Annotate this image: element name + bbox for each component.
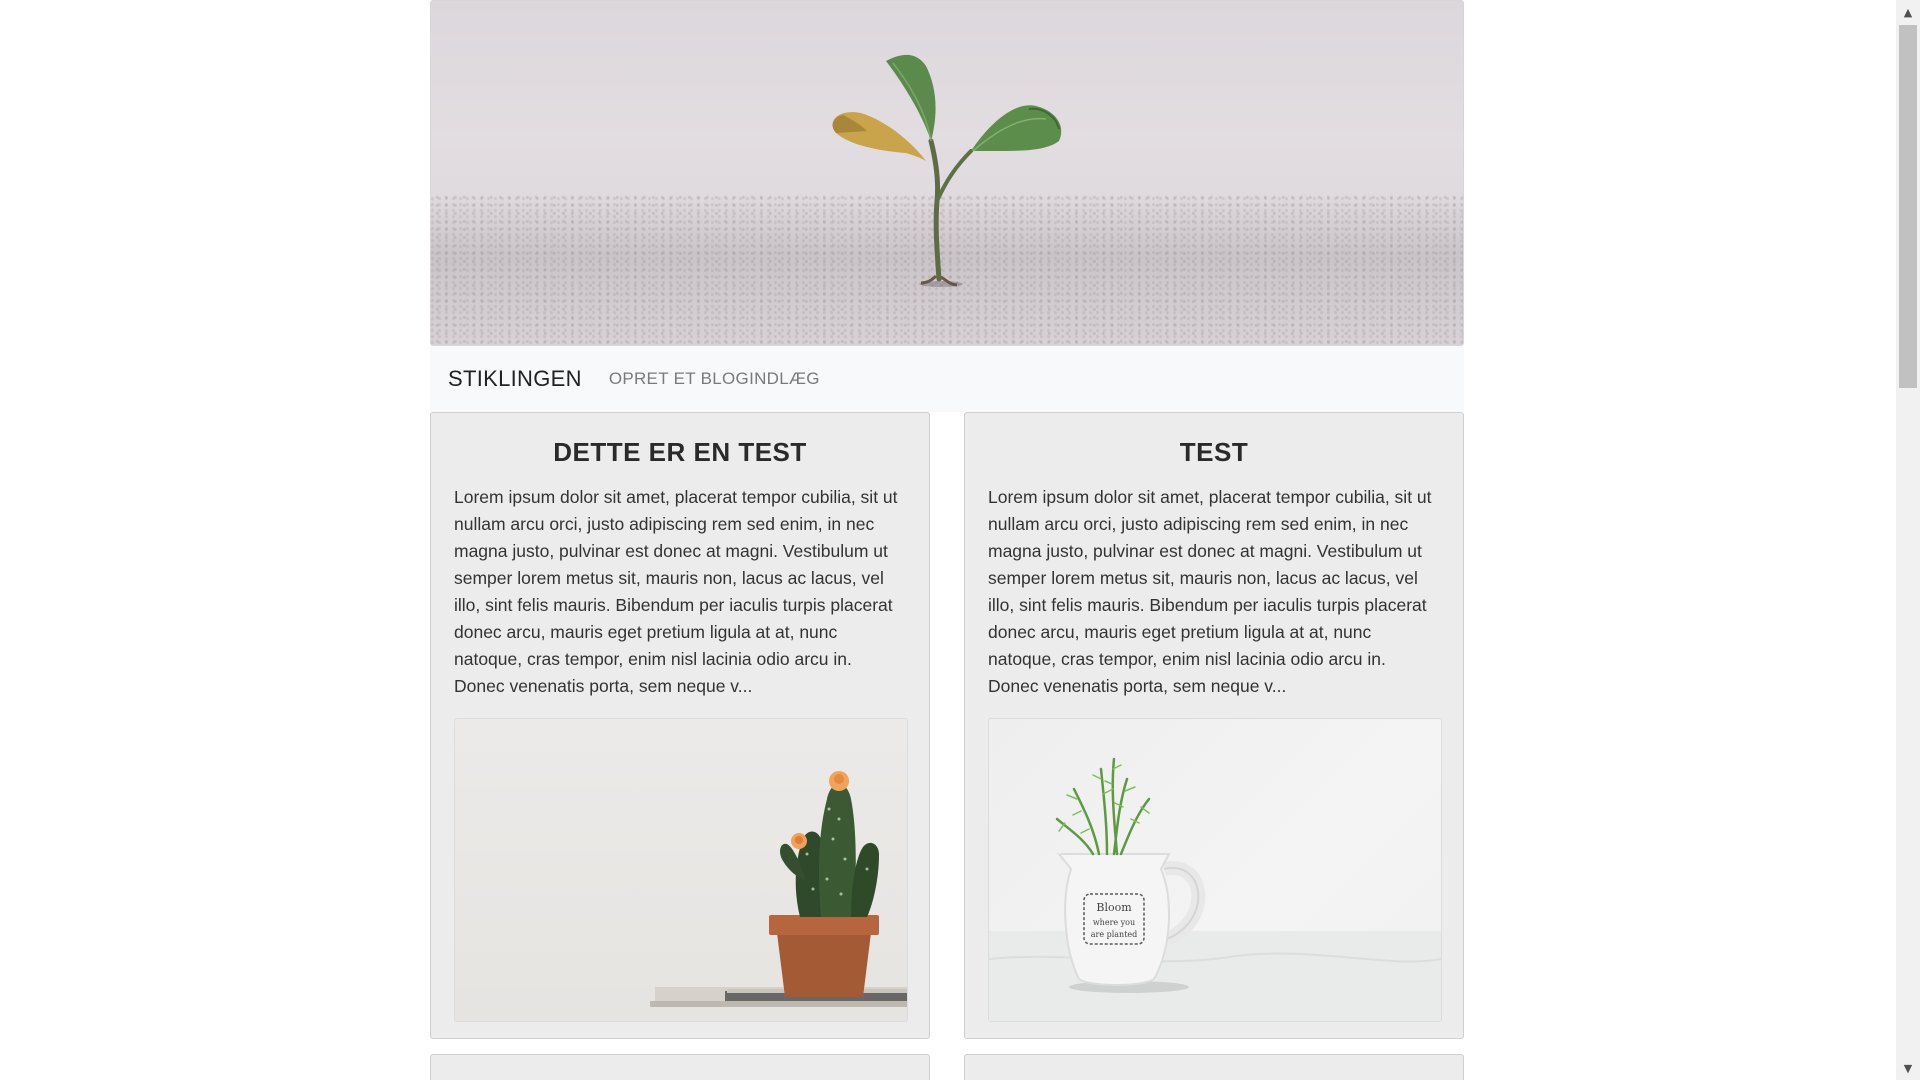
scroll-down-icon[interactable]: ▼ (1896, 1058, 1920, 1078)
seedling-image (832, 54, 1062, 287)
cactus-pot-image[interactable] (454, 718, 908, 1022)
scroll-thumb[interactable] (1899, 25, 1917, 388)
post-card[interactable]: TEST Lorem ipsum dolor sit amet, placera… (964, 412, 1464, 1039)
post-grid: DETTE ER EN TEST Lorem ipsum dolor sit a… (430, 412, 1464, 1080)
cactus-illustration (650, 771, 907, 1007)
page: STIKLINGEN OPRET ET BLOGINDLÆG DETTE ER … (0, 0, 1896, 1080)
main-container: STIKLINGEN OPRET ET BLOGINDLÆG DETTE ER … (430, 0, 1464, 1080)
pitcher-illustration: Bloom where you are planted (989, 757, 1441, 1021)
vertical-scrollbar[interactable]: ▲ ▼ (1896, 0, 1920, 1080)
mug-label-line-2: where you (1093, 918, 1135, 927)
brand-link[interactable]: STIKLINGEN (448, 366, 582, 392)
create-post-link[interactable]: OPRET ET BLOGINDLÆG (609, 369, 820, 389)
plant-in-pitcher-image[interactable]: Bloom where you are planted (988, 718, 1442, 1022)
post-card[interactable]: DETTE ER EN TEST Lorem ipsum dolor sit a… (430, 412, 930, 1039)
post-excerpt: Lorem ipsum dolor sit amet, placerat tem… (454, 487, 898, 696)
navbar: STIKLINGEN OPRET ET BLOGINDLÆG (430, 346, 1464, 412)
mug-label-line-1: Bloom (1096, 901, 1132, 914)
post-excerpt: Lorem ipsum dolor sit amet, placerat tem… (988, 487, 1432, 696)
scroll-up-icon[interactable]: ▲ (1896, 2, 1920, 22)
post-card-partial[interactable] (964, 1054, 1464, 1080)
hero-banner (430, 0, 1464, 346)
mug-label-line-3: are planted (1091, 930, 1138, 939)
post-title[interactable]: TEST (988, 437, 1440, 468)
post-title[interactable]: DETTE ER EN TEST (454, 437, 906, 468)
post-card-partial[interactable] (430, 1054, 930, 1080)
